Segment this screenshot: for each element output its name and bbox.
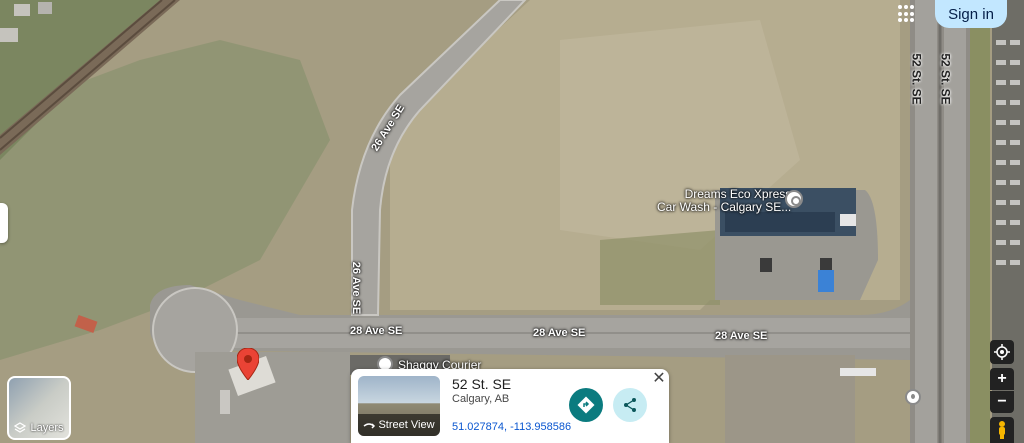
street-view-thumbnail[interactable]: Street View xyxy=(358,376,440,436)
road-label-26-ave-se-lower: 26 Ave SE xyxy=(350,261,363,315)
road-label-28-ave-se-c: 28 Ave SE xyxy=(715,330,768,342)
road-label-52-st-se-a: 52 St. SE xyxy=(909,53,924,105)
location-marker-icon[interactable] xyxy=(905,389,921,405)
pegman-icon[interactable] xyxy=(990,417,1014,443)
place-title[interactable]: 52 St. SE xyxy=(452,376,511,392)
layers-button[interactable]: Layers xyxy=(7,376,71,440)
share-icon xyxy=(624,398,636,412)
my-location-icon xyxy=(994,344,1010,360)
car-wash-marker-icon[interactable] xyxy=(785,190,803,208)
side-panel-toggle[interactable] xyxy=(0,203,8,243)
poi-label-car-wash[interactable]: Dreams Eco Xpress Car Wash - Calgary SE.… xyxy=(657,188,791,214)
zoom-in-button[interactable]: + xyxy=(990,368,1014,390)
road-label-28-ave-se-a: 28 Ave SE xyxy=(350,325,403,337)
street-view-icon xyxy=(364,423,376,429)
road-label-52-st-se-b: 52 St. SE xyxy=(938,53,953,105)
sign-in-button[interactable]: Sign in xyxy=(935,0,1007,28)
layers-label: Layers xyxy=(30,422,64,434)
road-label-28-ave-se-b: 28 Ave SE xyxy=(533,327,586,339)
place-coordinates[interactable]: 51.027874, -113.958586 xyxy=(452,421,571,433)
layers-icon xyxy=(14,422,27,433)
apps-grid-icon[interactable] xyxy=(898,5,916,23)
close-card-button[interactable]: ✕ xyxy=(651,371,667,387)
directions-button[interactable] xyxy=(569,388,603,422)
directions-icon xyxy=(577,396,595,414)
place-subtitle: Calgary, AB xyxy=(452,393,510,405)
street-view-label-row: Street View xyxy=(358,414,440,436)
place-info-card[interactable]: Street View 52 St. SE Calgary, AB 51.027… xyxy=(351,369,669,443)
my-location-button[interactable] xyxy=(990,340,1014,364)
street-view-label: Street View xyxy=(378,419,435,431)
dropped-pin-icon[interactable] xyxy=(237,348,259,380)
zoom-out-button[interactable]: − xyxy=(990,391,1014,413)
layers-label-row: Layers xyxy=(9,422,69,434)
poi-label-car-wash-line2: Car Wash - Calgary SE... xyxy=(657,200,792,214)
share-button[interactable] xyxy=(613,388,647,422)
